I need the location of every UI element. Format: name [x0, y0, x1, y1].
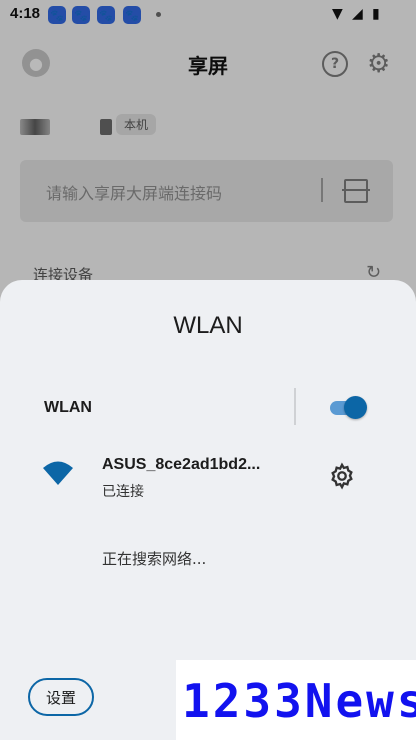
wlan-toggle[interactable]	[330, 396, 367, 419]
wlan-toggle-label: WLAN	[44, 399, 92, 416]
searching-status: 正在搜索网络...	[102, 550, 207, 568]
toggle-thumb	[344, 396, 367, 419]
divider	[294, 388, 296, 425]
wlan-toggle-row[interactable]: WLAN	[0, 388, 416, 428]
wifi-icon	[43, 461, 73, 485]
watermark-logo: 1233News	[176, 660, 416, 740]
gear-icon[interactable]	[328, 462, 356, 490]
network-name: ASUS_8ce2ad1bd2...	[102, 456, 261, 473]
watermark-text: 1233News	[182, 674, 416, 728]
network-item[interactable]: ASUS_8ce2ad1bd2... 已连接	[0, 452, 416, 508]
settings-button[interactable]: 设置	[28, 678, 94, 716]
network-status: 已连接	[102, 484, 144, 500]
dialog-title: WLAN	[173, 312, 243, 339]
